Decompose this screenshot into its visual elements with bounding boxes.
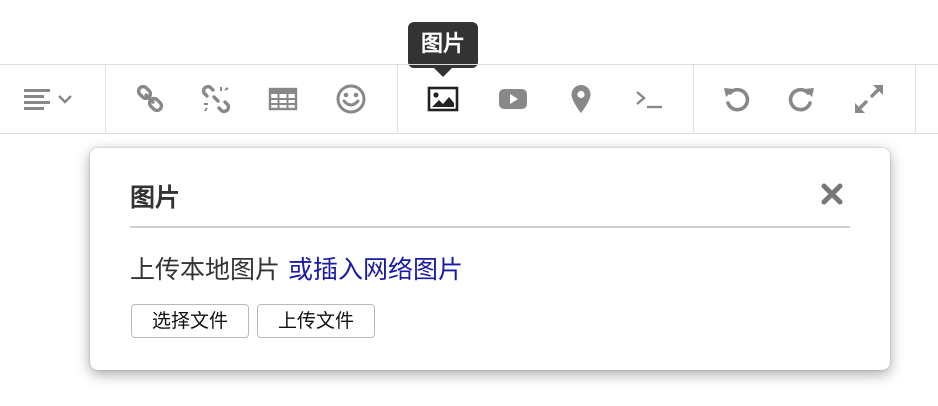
video-icon — [499, 89, 527, 109]
upload-options: 上传本地图片 或插入网络图片 — [130, 250, 463, 286]
close-button[interactable] — [820, 182, 844, 206]
dialog-divider — [130, 226, 850, 228]
fullscreen-button[interactable] — [846, 77, 892, 121]
toolbar-divider — [397, 65, 398, 133]
redo-button[interactable] — [778, 77, 824, 121]
image-button[interactable] — [420, 77, 466, 121]
image-tooltip: 图片 — [408, 22, 478, 68]
align-dropdown-button[interactable] — [20, 77, 80, 121]
image-dialog: 图片 上传本地图片 或插入网络图片 选择文件 上传文件 — [90, 148, 890, 370]
location-button[interactable] — [558, 77, 604, 121]
code-button[interactable] — [626, 77, 672, 121]
toolbar-divider — [915, 65, 916, 133]
unlink-icon — [201, 84, 231, 114]
code-terminal-icon — [636, 91, 662, 109]
choose-file-button[interactable]: 选择文件 — [131, 304, 249, 338]
link-button[interactable] — [127, 77, 173, 121]
table-button[interactable] — [260, 77, 306, 121]
close-icon — [821, 183, 843, 205]
emoji-icon — [336, 84, 366, 114]
image-icon — [427, 86, 459, 112]
redo-icon — [788, 87, 814, 112]
table-icon — [268, 87, 298, 111]
fullscreen-icon — [855, 85, 883, 113]
unlink-button[interactable] — [193, 77, 239, 121]
toolbar-divider — [105, 65, 106, 133]
toolbar-divider — [693, 65, 694, 133]
undo-button[interactable] — [714, 77, 760, 121]
upload-local-label: 上传本地图片 — [130, 255, 281, 284]
undo-icon — [724, 87, 750, 112]
upload-file-button[interactable]: 上传文件 — [257, 304, 375, 338]
emoji-button[interactable] — [328, 77, 374, 121]
align-dropdown-icon — [24, 89, 72, 110]
location-icon — [571, 85, 591, 113]
video-button[interactable] — [490, 77, 536, 121]
insert-network-image-link[interactable]: 或插入网络图片 — [288, 255, 463, 284]
editor-toolbar — [0, 64, 938, 134]
link-icon — [136, 84, 164, 113]
dialog-title: 图片 — [130, 183, 181, 212]
